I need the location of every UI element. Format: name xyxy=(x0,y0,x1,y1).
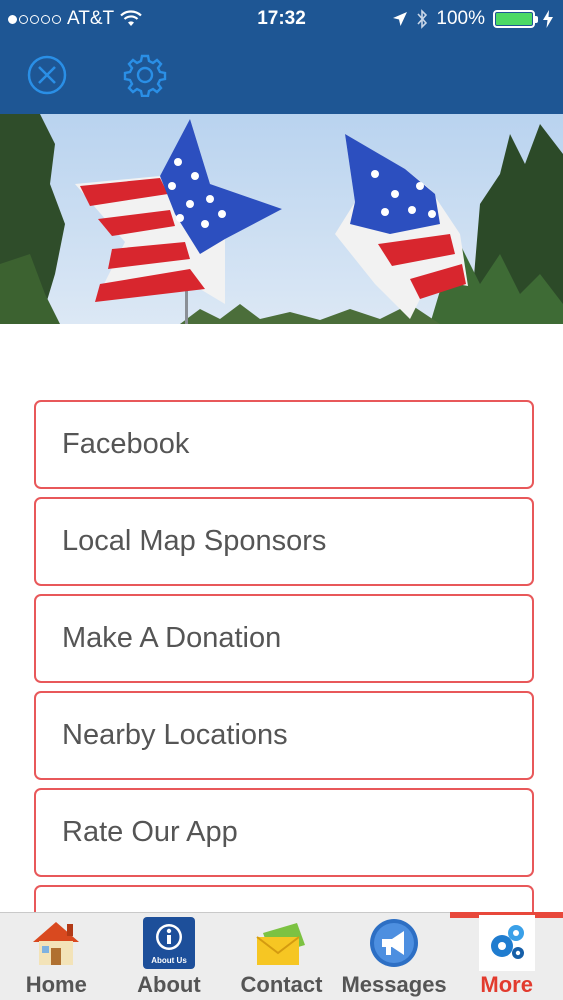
menu-list: Facebook Local Map Sponsors Make A Donat… xyxy=(34,400,534,933)
tab-about[interactable]: About Us About xyxy=(113,913,226,1000)
close-circle-icon xyxy=(27,55,67,95)
location-arrow-icon xyxy=(393,12,408,26)
tab-more-label: More xyxy=(480,972,533,997)
top-toolbar xyxy=(0,40,563,114)
menu-item-facebook[interactable]: Facebook xyxy=(34,400,534,489)
battery-percent: 100% xyxy=(436,8,485,29)
menu-item-make-a-donation[interactable]: Make A Donation xyxy=(34,594,534,683)
settings-button[interactable] xyxy=(122,52,168,98)
house-icon xyxy=(28,915,84,971)
banner-image xyxy=(0,114,563,324)
menu-item-nearby-locations[interactable]: Nearby Locations xyxy=(34,691,534,780)
charging-bolt-icon xyxy=(543,10,553,28)
tab-contact[interactable]: Contact xyxy=(225,913,338,1000)
tab-about-label: About xyxy=(137,972,201,997)
status-bar: AT&T 17:32 100% xyxy=(0,0,563,40)
tab-messages-label: Messages xyxy=(341,972,447,997)
menu-item-rate-our-app[interactable]: Rate Our App xyxy=(34,788,534,877)
tab-contact-label: Contact xyxy=(240,972,323,997)
gear-icon xyxy=(123,54,167,97)
bottom-tab-bar: Home About Us About Contact Messages Mor… xyxy=(0,912,563,1000)
bluetooth-icon xyxy=(417,9,428,29)
tab-more[interactable]: More xyxy=(450,913,563,1000)
about-us-icon-text: About Us xyxy=(151,956,187,965)
megaphone-icon xyxy=(366,915,422,971)
gears-icon xyxy=(478,915,535,971)
status-right: 100% xyxy=(392,8,553,30)
close-button[interactable] xyxy=(24,52,70,98)
about-us-info-icon: About Us xyxy=(141,915,197,971)
battery-icon xyxy=(493,10,538,28)
envelope-icon xyxy=(253,915,309,971)
flag-balloons-picture xyxy=(0,114,563,324)
tab-messages[interactable]: Messages xyxy=(338,913,451,1000)
tab-home[interactable]: Home xyxy=(0,913,113,1000)
tab-home-label: Home xyxy=(25,972,87,997)
menu-item-local-map-sponsors[interactable]: Local Map Sponsors xyxy=(34,497,534,586)
